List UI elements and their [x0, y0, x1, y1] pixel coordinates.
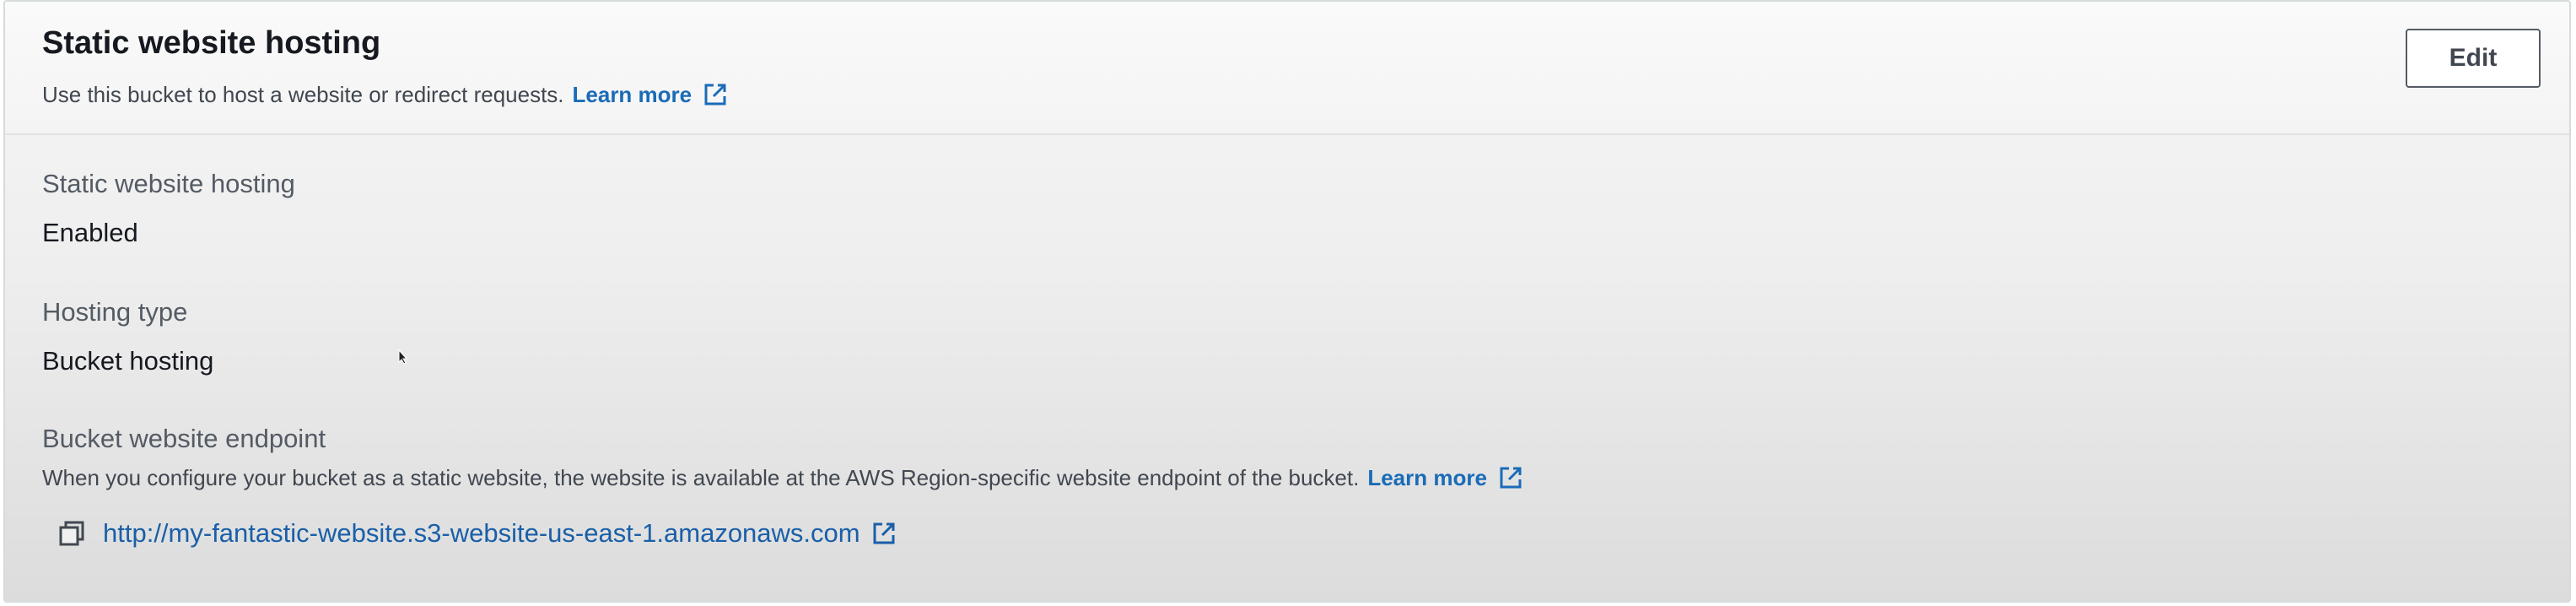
- panel-header: Static website hosting Use this bucket t…: [5, 2, 2569, 135]
- edit-button[interactable]: Edit: [2406, 29, 2541, 88]
- endpoint-label: Bucket website endpoint: [42, 424, 326, 453]
- endpoint-description: When you configure your bucket as a stat…: [42, 464, 1524, 491]
- panel-description-text: Use this bucket to host a website or red…: [42, 81, 564, 107]
- mouse-cursor-icon: [398, 349, 408, 365]
- external-link-icon[interactable]: [870, 520, 897, 547]
- static-website-hosting-panel: Static website hosting Use this bucket t…: [3, 0, 2571, 603]
- hosting-label: Static website hosting: [42, 169, 295, 198]
- endpoint-learn-more-link[interactable]: Learn more: [1367, 465, 1487, 491]
- endpoint-description-text: When you configure your bucket as a stat…: [42, 464, 1360, 490]
- external-link-icon[interactable]: [702, 81, 729, 108]
- hosting-type-label: Hosting type: [42, 297, 188, 327]
- external-link-icon[interactable]: [1497, 464, 1524, 491]
- copy-icon[interactable]: [57, 519, 86, 548]
- hosting-value: Enabled: [42, 218, 138, 247]
- learn-more-link[interactable]: Learn more: [573, 82, 693, 108]
- hosting-type-value: Bucket hosting: [42, 346, 214, 376]
- endpoint-row: http://my-fantastic-website.s3-website-u…: [57, 518, 897, 549]
- panel-description: Use this bucket to host a website or red…: [42, 81, 729, 108]
- endpoint-url-link[interactable]: http://my-fantastic-website.s3-website-u…: [103, 518, 860, 549]
- panel-title: Static website hosting: [42, 25, 381, 61]
